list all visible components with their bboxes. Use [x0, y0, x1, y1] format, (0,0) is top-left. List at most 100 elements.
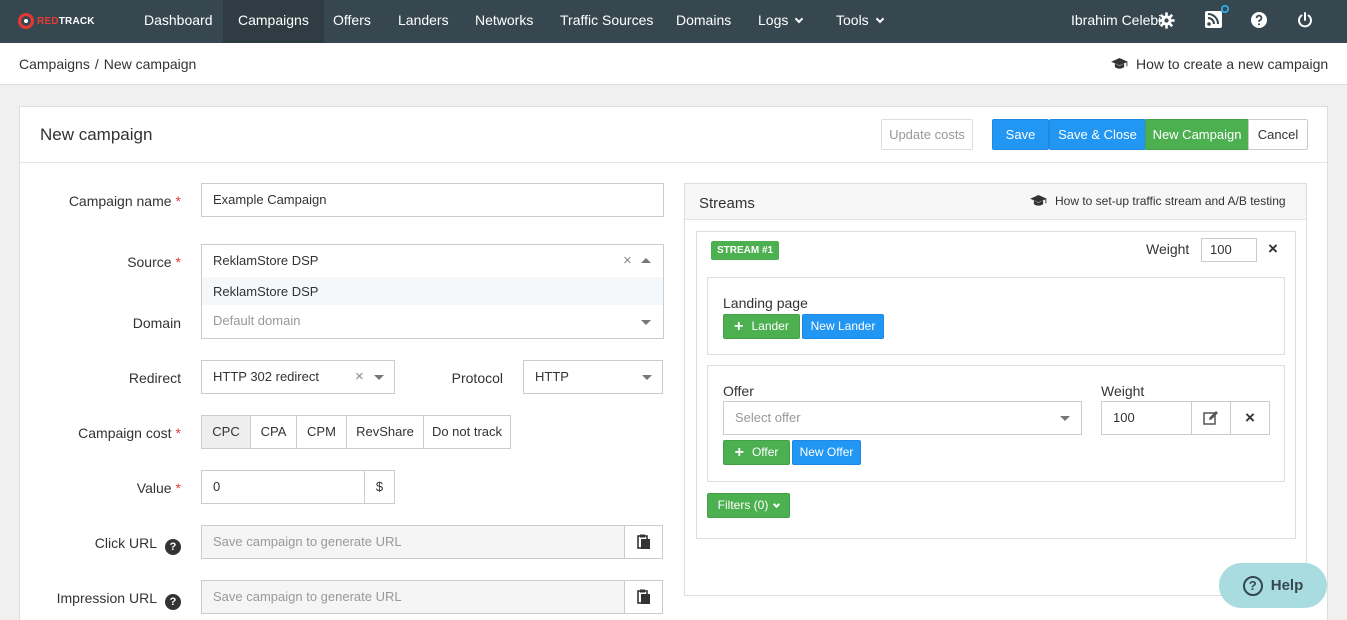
stream-weight-label: Weight — [1146, 241, 1190, 257]
source-select[interactable]: ReklamStore DSP — [201, 244, 664, 278]
remove-offer-button[interactable]: × — [1230, 401, 1270, 435]
campaign-cost-label: Campaign cost * — [78, 425, 181, 441]
update-costs-button[interactable]: Update costs — [881, 119, 973, 150]
breadcrumb-bar: Campaigns / New campaign How to create a n… — [0, 43, 1347, 85]
offer-section: Offer Select offer Weight 100 × + Offer N… — [707, 365, 1285, 482]
edit-icon — [1203, 411, 1218, 425]
value-label: Value * — [136, 480, 181, 496]
power-icon[interactable] — [1297, 12, 1313, 28]
clipboard-icon — [636, 589, 650, 604]
stream-card: STREAM #1 Weight 100 × Landing page + Lan… — [696, 231, 1296, 539]
edit-offer-button[interactable] — [1191, 401, 1231, 435]
chevron-down-icon[interactable] — [642, 375, 652, 380]
clipboard-icon — [636, 534, 650, 549]
landing-page-label: Landing page — [723, 295, 808, 311]
offer-weight-label: Weight — [1101, 383, 1145, 399]
new-lander-button[interactable]: New Lander — [802, 314, 884, 339]
stream-badge: STREAM #1 — [711, 241, 780, 260]
close-icon: × — [1245, 408, 1255, 427]
page-title: New campaign — [40, 125, 153, 144]
top-navbar: REDTRACK Dashboard Campaigns Offers Land… — [0, 0, 1347, 43]
offer-label: Offer — [723, 383, 754, 399]
howto-create-campaign-link[interactable]: How to create a new campaign — [1111, 56, 1328, 72]
rss-feed-icon[interactable] — [1204, 4, 1230, 30]
cost-cpc-button[interactable]: CPC — [201, 415, 251, 449]
add-offer-button[interactable]: + Offer — [723, 440, 790, 465]
breadcrumb-campaigns[interactable]: Campaigns — [19, 56, 90, 72]
domain-label: Domain — [132, 315, 181, 331]
offer-select[interactable]: Select offer — [723, 401, 1082, 435]
graduation-cap-icon — [1111, 58, 1128, 69]
chevron-down-icon[interactable] — [641, 320, 651, 325]
clear-icon[interactable]: × — [355, 369, 364, 384]
nav-traffic-sources[interactable]: Traffic Sources — [545, 0, 668, 43]
plus-icon: + — [734, 318, 744, 335]
impression-url-label: Impression URL? — [57, 590, 181, 610]
streams-title: Streams — [699, 195, 755, 212]
logo-icon — [18, 13, 34, 29]
remove-stream-icon[interactable]: × — [1268, 239, 1278, 259]
help-icon: ? — [1242, 575, 1263, 596]
impression-url-field[interactable]: Save campaign to generate URL — [201, 580, 625, 614]
help-circle-icon[interactable]: ? — [165, 594, 181, 610]
redirect-label: Redirect — [128, 370, 181, 386]
cost-cpa-button[interactable]: CPA — [250, 415, 297, 449]
nav-offers[interactable]: Offers — [318, 0, 386, 43]
help-button[interactable]: ? Help — [1219, 563, 1327, 608]
chevron-down-icon — [773, 500, 781, 509]
source-label: Source * — [127, 254, 181, 270]
help-circle-icon[interactable]: ? — [165, 539, 181, 555]
campaign-name-label: Campaign name * — [68, 193, 181, 209]
cost-cpm-button[interactable]: CPM — [296, 415, 347, 449]
copy-click-url-button[interactable] — [624, 525, 663, 559]
cancel-button[interactable]: Cancel — [1248, 119, 1308, 150]
nav-networks[interactable]: Networks — [460, 0, 548, 43]
new-campaign-button[interactable]: New Campaign — [1145, 119, 1249, 150]
source-dropdown-option[interactable]: ReklamStore DSP — [201, 277, 664, 307]
filters-button[interactable]: Filters (0) — [707, 493, 790, 518]
cost-revshare-button[interactable]: RevShare — [346, 415, 424, 449]
nav-dashboard[interactable]: Dashboard — [129, 0, 228, 43]
howto-streams-link[interactable]: How to set-up traffic stream and A/B tes… — [1030, 194, 1286, 208]
value-input[interactable]: 0 — [201, 470, 365, 504]
nav-campaigns[interactable]: Campaigns — [223, 0, 324, 43]
chevron-down-icon[interactable] — [1060, 416, 1070, 421]
cost-do-not-track-button[interactable]: Do not track — [423, 415, 511, 449]
domain-select[interactable]: Default domain — [201, 305, 664, 339]
redirect-select[interactable]: HTTP 302 redirect — [201, 360, 395, 394]
stream-weight-input[interactable]: 100 — [1201, 238, 1257, 262]
plus-icon: + — [734, 444, 744, 461]
clear-icon[interactable]: × — [623, 253, 632, 268]
click-url-label: Click URL? — [95, 535, 181, 555]
protocol-label: Protocol — [451, 370, 503, 386]
currency-addon: $ — [364, 470, 395, 504]
breadcrumb: Campaigns / New campaign — [19, 56, 197, 72]
offer-weight-input[interactable]: 100 — [1101, 401, 1192, 435]
chevron-up-icon[interactable] — [641, 258, 651, 263]
streams-header: Streams How to set-up traffic stream and… — [685, 184, 1306, 220]
nav-logs[interactable]: Logs — [743, 0, 817, 43]
add-lander-button[interactable]: + Lander — [723, 314, 800, 339]
gear-icon[interactable] — [1158, 12, 1175, 29]
chevron-down-icon — [875, 14, 884, 24]
chevron-down-icon — [795, 14, 804, 24]
nav-landers[interactable]: Landers — [383, 0, 464, 43]
nav-domains[interactable]: Domains — [661, 0, 746, 43]
question-icon[interactable] — [1251, 12, 1267, 28]
user-name: Ibrahim Celebi — [1071, 12, 1162, 28]
breadcrumb-current: New campaign — [103, 56, 197, 72]
copy-impression-url-button[interactable] — [624, 580, 663, 614]
user-menu[interactable]: Ibrahim Celebi — [1071, 0, 1161, 40]
new-offer-button[interactable]: New Offer — [792, 440, 861, 465]
logo[interactable]: REDTRACK — [18, 11, 95, 31]
click-url-field[interactable]: Save campaign to generate URL — [201, 525, 625, 559]
campaign-name-input[interactable]: Example Campaign — [201, 183, 664, 217]
streams-panel: Streams How to set-up traffic stream and… — [684, 183, 1307, 596]
landing-page-section: Landing page + Lander New Lander — [707, 277, 1285, 355]
nav-tools[interactable]: Tools — [821, 0, 898, 43]
graduation-cap-icon — [1030, 195, 1047, 206]
save-button[interactable]: Save — [992, 119, 1049, 150]
chevron-down-icon[interactable] — [374, 375, 384, 380]
divider — [20, 162, 1327, 163]
save-close-button[interactable]: Save & Close — [1049, 119, 1146, 150]
